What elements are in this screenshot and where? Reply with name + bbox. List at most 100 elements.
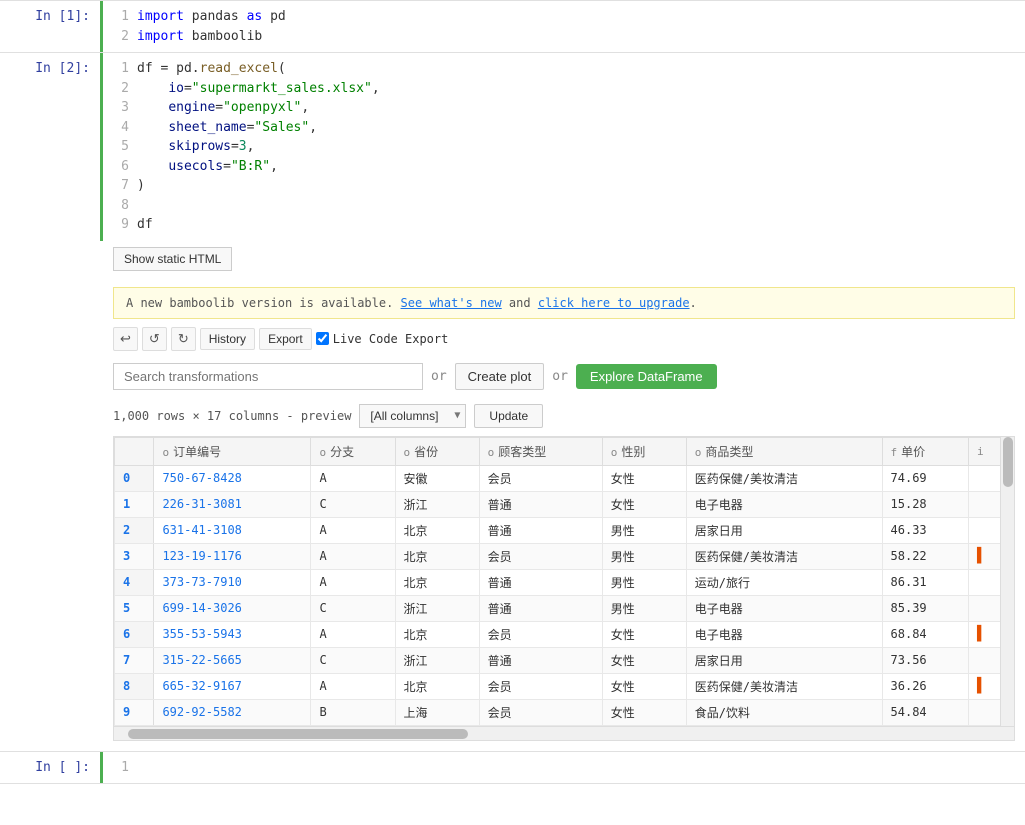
- cell-price: 58.22: [882, 543, 968, 569]
- live-code-checkbox[interactable]: [316, 332, 329, 345]
- cell-product: 运动/旅行: [686, 569, 882, 595]
- cell-gender: 女性: [602, 465, 686, 491]
- explore-dataframe-button[interactable]: Explore DataFrame: [576, 364, 717, 389]
- cell-customer: 会员: [479, 699, 602, 725]
- cell-1-body[interactable]: 1import pandas as pd 2import bamboolib: [100, 1, 1025, 52]
- th-price: f单价: [882, 437, 968, 465]
- cell-province: 北京: [395, 673, 479, 699]
- cell-product: 电子电器: [686, 595, 882, 621]
- cell-order: 692-92-5582: [154, 699, 311, 725]
- cell-branch: A: [311, 465, 395, 491]
- toolbar: ↩ ↺ ↻ History Export Live Code Export: [113, 327, 1015, 351]
- or-text-1: or: [431, 369, 447, 384]
- update-notice-text2: and: [502, 296, 538, 310]
- cell-branch: C: [311, 595, 395, 621]
- data-table: o订单编号 o分支 o省份 o顾客类型 o性别 o商品类型 f单价 i 0750…: [114, 437, 1014, 726]
- table-header: o订单编号 o分支 o省份 o顾客类型 o性别 o商品类型 f单价 i: [115, 437, 1014, 465]
- notebook: In [1]: 1import pandas as pd 2import bam…: [0, 0, 1025, 825]
- cell-branch: A: [311, 621, 395, 647]
- undo-button[interactable]: ↩: [113, 327, 138, 351]
- cell-customer: 普通: [479, 595, 602, 621]
- cell-province: 北京: [395, 569, 479, 595]
- cell-customer: 会员: [479, 673, 602, 699]
- update-notice-period: .: [690, 296, 697, 310]
- cell-price: 15.28: [882, 491, 968, 517]
- cell-1-prompt: In [1]:: [0, 1, 100, 52]
- cell-index: 1: [115, 491, 154, 517]
- table-row: 6355-53-5943A北京会员女性电子电器68.84▌: [115, 621, 1014, 647]
- cell-order: 226-31-3081: [154, 491, 311, 517]
- update-button[interactable]: Update: [474, 404, 543, 428]
- or-text-2: or: [552, 369, 568, 384]
- v-scroll-thumb[interactable]: [1003, 437, 1013, 487]
- cell-2-body[interactable]: 1df = pd.read_excel( 2 io="supermarkt_sa…: [100, 53, 1025, 241]
- code-line: 8: [113, 196, 1015, 216]
- th-province: o省份: [395, 437, 479, 465]
- cell-order: 665-32-9167: [154, 673, 311, 699]
- update-notice: A new bamboolib version is available. Se…: [113, 287, 1015, 319]
- cell-2: In [2]: 1df = pd.read_excel( 2 io="super…: [0, 52, 1025, 241]
- output-area: Show static HTML A new bamboolib version…: [100, 241, 1025, 751]
- redo-button[interactable]: ↺: [142, 327, 167, 351]
- cell-customer: 会员: [479, 465, 602, 491]
- cell-province: 上海: [395, 699, 479, 725]
- code-line: 7): [113, 176, 1015, 196]
- cell-index: 5: [115, 595, 154, 621]
- columns-select[interactable]: [All columns]: [359, 404, 466, 428]
- cell-product: 医药保健/美妆清洁: [686, 673, 882, 699]
- update-notice-text: A new bamboolib version is available.: [126, 296, 401, 310]
- live-code-text: Live Code Export: [333, 332, 449, 346]
- cell-2-code: 1df = pd.read_excel( 2 io="supermarkt_sa…: [113, 59, 1015, 235]
- code-line: 2 io="supermarkt_sales.xlsx",: [113, 79, 1015, 99]
- horizontal-scrollbar[interactable]: [114, 726, 1014, 740]
- history-button[interactable]: History: [200, 328, 255, 350]
- cell-product: 居家日用: [686, 647, 882, 673]
- table-row: 2631-41-3108A北京普通男性居家日用46.33: [115, 517, 1014, 543]
- cell-3-prompt: In [ ]:: [0, 752, 100, 784]
- cell-index: 6: [115, 621, 154, 647]
- cell-1-code: 1import pandas as pd 2import bamboolib: [113, 7, 1015, 46]
- cell-customer: 会员: [479, 621, 602, 647]
- table-body: 0750-67-8428A安徽会员女性医药保健/美妆清洁74.691226-31…: [115, 465, 1014, 725]
- cell-product: 医药保健/美妆清洁: [686, 465, 882, 491]
- table-row: 8665-32-9167A北京会员女性医药保健/美妆清洁36.26▌: [115, 673, 1014, 699]
- cell-product: 医药保健/美妆清洁: [686, 543, 882, 569]
- cell-gender: 女性: [602, 673, 686, 699]
- cell-branch: C: [311, 647, 395, 673]
- cell-branch: A: [311, 673, 395, 699]
- export-button[interactable]: Export: [259, 328, 312, 350]
- data-table-wrapper: o订单编号 o分支 o省份 o顾客类型 o性别 o商品类型 f单价 i 0750…: [113, 436, 1015, 741]
- cell-customer: 普通: [479, 647, 602, 673]
- live-code-label[interactable]: Live Code Export: [316, 332, 449, 346]
- create-plot-button[interactable]: Create plot: [455, 363, 545, 390]
- click-here-link[interactable]: click here to upgrade: [538, 296, 690, 310]
- columns-select-wrap: [All columns] ▼: [359, 404, 466, 428]
- code-line: 9df: [113, 215, 1015, 235]
- search-transformations-input[interactable]: [113, 363, 423, 390]
- data-info-text: 1,000 rows × 17 columns - preview: [113, 409, 351, 423]
- cell-branch: B: [311, 699, 395, 725]
- cell-3-body[interactable]: 1: [100, 752, 1025, 784]
- table-row: 0750-67-8428A安徽会员女性医药保健/美妆清洁74.69: [115, 465, 1014, 491]
- cell-branch: C: [311, 491, 395, 517]
- code-line: 5 skiprows=3,: [113, 137, 1015, 157]
- vertical-scrollbar[interactable]: [1000, 437, 1014, 726]
- cell-product: 电子电器: [686, 621, 882, 647]
- cell-province: 浙江: [395, 595, 479, 621]
- refresh-button[interactable]: ↻: [171, 327, 196, 351]
- cell-product: 电子电器: [686, 491, 882, 517]
- h-scroll-thumb[interactable]: [128, 729, 468, 739]
- cell-price: 46.33: [882, 517, 968, 543]
- cell-gender: 男性: [602, 595, 686, 621]
- cell-gender: 女性: [602, 647, 686, 673]
- code-line: 1: [113, 758, 1015, 778]
- cell-2-prompt: In [2]:: [0, 53, 100, 241]
- cell-order: 373-73-7910: [154, 569, 311, 595]
- th-customer-type: o顾客类型: [479, 437, 602, 465]
- cell-order: 699-14-3026: [154, 595, 311, 621]
- cell-index: 9: [115, 699, 154, 725]
- show-static-html-button[interactable]: Show static HTML: [113, 247, 232, 271]
- see-whats-new-link[interactable]: See what's new: [401, 296, 502, 310]
- cell-order: 123-19-1176: [154, 543, 311, 569]
- table-scroll-container[interactable]: o订单编号 o分支 o省份 o顾客类型 o性别 o商品类型 f单价 i 0750…: [114, 437, 1014, 726]
